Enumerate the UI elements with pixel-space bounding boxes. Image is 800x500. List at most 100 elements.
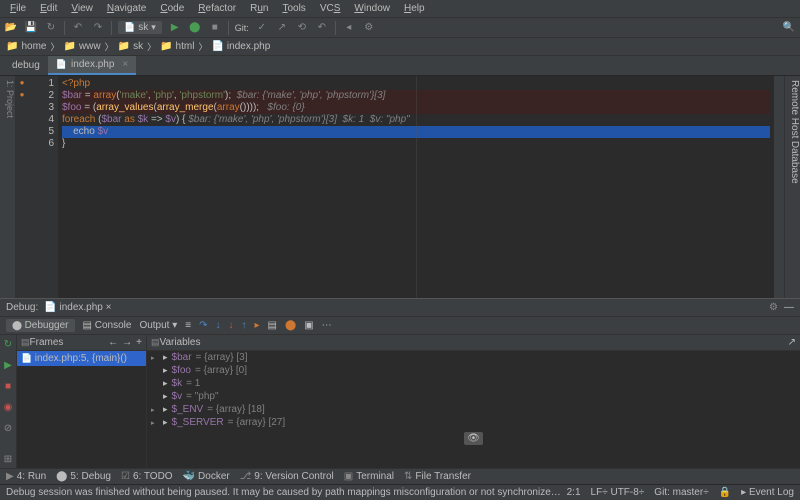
view-breakpoints-icon[interactable]: ▣ [304, 320, 313, 331]
view-bp-icon[interactable]: ◉ [4, 402, 13, 413]
debugger-tab[interactable]: ⬤ Debugger [6, 319, 75, 332]
debug-icon[interactable]: ⬤ [188, 21, 202, 35]
bottom-terminal[interactable]: ▣ Terminal [344, 471, 394, 482]
settings-icon[interactable]: ⚙ [362, 21, 376, 35]
encoding[interactable]: LF÷ UTF-8÷ [591, 487, 645, 498]
var-env[interactable]: ▸▸ $_ENV = {array} [18] [147, 403, 800, 416]
menu-navigate[interactable]: Navigate [101, 1, 152, 16]
tab-debug[interactable]: debug [4, 57, 48, 74]
search-icon[interactable]: 🔍 [782, 21, 796, 35]
bottom-filetransfer[interactable]: ⇅ File Transfer [404, 471, 471, 482]
menu-code[interactable]: Code [154, 1, 190, 16]
bottom-debug[interactable]: ⬤ 5: Debug [56, 471, 111, 482]
git-push-icon[interactable]: ↗ [275, 21, 289, 35]
menu-file[interactable]: File [4, 1, 32, 16]
menu-view[interactable]: View [65, 1, 99, 16]
step-into-icon[interactable]: ↓ [216, 320, 221, 331]
evaluate-icon[interactable]: ▤ [268, 320, 277, 331]
force-step-into-icon[interactable]: ↓ [229, 320, 234, 331]
resume-icon[interactable]: ▶ [4, 360, 12, 371]
lock-icon[interactable]: 🔒 [719, 487, 731, 498]
git-update-icon[interactable]: ✓ [255, 21, 269, 35]
rerun-icon[interactable]: ↻ [4, 339, 12, 350]
settings-icon[interactable]: ≡ [185, 320, 191, 331]
breakpoint-icon[interactable]: ● [16, 90, 28, 102]
variables-header: ▤ Variables↗ [147, 335, 800, 351]
frames-header: ▤ Frames←→+ [17, 335, 146, 351]
gear-icon[interactable]: ⚙ [769, 302, 778, 313]
git-history-icon[interactable]: ⟲ [295, 21, 309, 35]
breakpoint-icon[interactable]: ● [16, 78, 28, 90]
menu-run[interactable]: Run [244, 1, 274, 16]
breadcrumb-html[interactable]: 📁 html [160, 41, 194, 52]
output-tab[interactable]: Output ▾ [139, 320, 177, 331]
step-over-icon[interactable]: ↷ [199, 320, 207, 331]
save-icon[interactable]: 💾 [24, 21, 38, 35]
redo-icon[interactable]: ↷ [91, 21, 105, 35]
git-revert-icon[interactable]: ↶ [315, 21, 329, 35]
bottom-docker[interactable]: 🐳 Docker [183, 471, 230, 482]
run-to-cursor-icon[interactable]: ▸ [255, 320, 260, 331]
right-toolwindow-bar[interactable]: Remote Host Database [784, 76, 800, 298]
cursor-position[interactable]: 2:1 [567, 487, 581, 498]
debug-header: Debug: 📄 index.php × ⚙ — [0, 299, 800, 317]
separator [64, 21, 65, 35]
stop-icon[interactable]: ■ [208, 21, 222, 35]
menu-refactor[interactable]: Refactor [192, 1, 242, 16]
minimize-icon[interactable]: — [784, 302, 794, 313]
prev-frame-icon[interactable]: ← [108, 337, 118, 348]
breadcrumb-file[interactable]: 📄 index.php [211, 41, 270, 52]
mute-icon[interactable]: ⊘ [4, 423, 12, 434]
undo-icon[interactable]: ↶ [71, 21, 85, 35]
debug-tab-file[interactable]: 📄 index.php × [44, 302, 111, 313]
menu-edit[interactable]: Edit [34, 1, 63, 16]
main-toolbar: 📂 💾 ↻ ↶ ↷ 📄 sk ▾ ▶ ⬤ ■ Git: ✓ ↗ ⟲ ↶ ◂ ⚙ … [0, 18, 800, 38]
step-out-icon[interactable]: ↑ [242, 320, 247, 331]
mute-breakpoints-icon[interactable]: ⬤ [285, 320, 296, 331]
next-frame-icon[interactable]: → [122, 337, 132, 348]
debug-panel: Debug: 📄 index.php × ⚙ — ⬤ Debugger ▤ Co… [0, 298, 800, 468]
frames-panel: ▤ Frames←→+ 📄 index.php:5, {main}() [16, 335, 146, 468]
git-branch[interactable]: Git: master÷ [654, 487, 708, 498]
separator [335, 21, 336, 35]
bottom-toolwindow-bar: ▶ 4: Run ⬤ 5: Debug ☑ 6: TODO 🐳 Docker ⎇… [0, 468, 800, 484]
bottom-todo[interactable]: ☑ 6: TODO [121, 471, 173, 482]
breadcrumb-sk[interactable]: 📁 sk [118, 41, 143, 52]
layout-icon[interactable]: ⊞ [4, 454, 12, 465]
sync-icon[interactable]: ↻ [44, 21, 58, 35]
code-editor[interactable]: ● ● 123456 <?php $bar = array('make', 'p… [16, 76, 784, 298]
editor-scrollbar[interactable] [774, 76, 784, 298]
breadcrumb-bar: 📁 home〉 📁 www〉 📁 sk〉 📁 html〉 📄 index.php [0, 38, 800, 56]
watch-icon[interactable]: 👁 [464, 432, 483, 445]
code-area[interactable]: <?php $bar = array('make', 'php', 'phpst… [58, 76, 774, 298]
stop-icon[interactable]: ■ [5, 381, 11, 392]
status-bar: Debug session was finished without being… [0, 484, 800, 500]
menu-window[interactable]: Window [348, 1, 396, 16]
event-log[interactable]: ▸ Event Log [741, 487, 794, 498]
menu-help[interactable]: Help [398, 1, 431, 16]
var-v[interactable]: ▸ $v = "php" [147, 390, 800, 403]
var-server[interactable]: ▸▸ $_SERVER = {array} [27] [147, 416, 800, 429]
open-icon[interactable]: 📂 [4, 21, 18, 35]
menu-tools[interactable]: Tools [276, 1, 311, 16]
menu-vcs[interactable]: VCS [314, 1, 347, 16]
var-bar[interactable]: ▸▸ $bar = {array} [3] [147, 351, 800, 364]
breadcrumb-home[interactable]: 📁 home [6, 41, 46, 52]
run-icon[interactable]: ▶ [168, 21, 182, 35]
var-k[interactable]: ▸ $k = 1 [147, 377, 800, 390]
run-config-selector[interactable]: 📄 sk ▾ [118, 21, 162, 34]
expand-icon[interactable]: ↗ [788, 337, 796, 348]
tab-index-php[interactable]: 📄index.php× [48, 56, 136, 75]
back-icon[interactable]: ◂ [342, 21, 356, 35]
close-tab-icon[interactable]: × [122, 59, 128, 70]
separator [228, 21, 229, 35]
left-toolwindow-bar[interactable]: 1: Project [0, 76, 16, 298]
bottom-run[interactable]: ▶ 4: Run [6, 471, 46, 482]
var-foo[interactable]: ▸ $foo = {array} [0] [147, 364, 800, 377]
stack-frame[interactable]: 📄 index.php:5, {main}() [17, 351, 146, 366]
bottom-vcs[interactable]: ⎇ 9: Version Control [240, 471, 334, 482]
console-tab[interactable]: ▤ Console [83, 320, 132, 331]
add-icon[interactable]: + [136, 337, 142, 348]
breadcrumb-www[interactable]: 📁 www [63, 41, 100, 52]
more-icon[interactable]: ⋯ [322, 320, 332, 331]
